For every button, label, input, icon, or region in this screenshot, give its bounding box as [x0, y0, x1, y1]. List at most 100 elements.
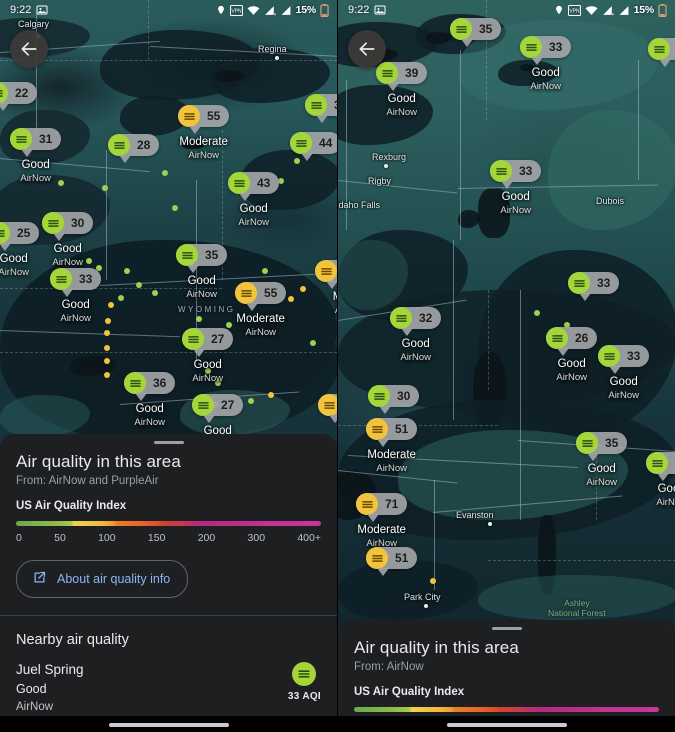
svg-text:R: R [611, 12, 613, 16]
aqi-marker-caption: GoodAirNow [0, 253, 39, 279]
aqi-marker[interactable]: 25 Good AirNow [0, 222, 40, 279]
aqi-source: AirNow [192, 373, 223, 384]
home-gesture-pill[interactable] [108, 723, 229, 727]
aqi-marker[interactable]: 30 [368, 385, 420, 414]
aqi-marker[interactable]: 31 [305, 94, 337, 123]
scale-tick: 50 [54, 532, 66, 544]
aqi-source: AirNow [60, 313, 91, 324]
aqi-good-icon [10, 128, 32, 150]
aqi-marker[interactable]: 35 [450, 18, 502, 47]
aqi-marker[interactable]: 30 Good AirNow [42, 212, 94, 269]
aqi-marker-caption: GoodAirNow [50, 299, 101, 325]
aqi-marker[interactable]: 55 Moderate AirNow [178, 105, 230, 162]
aqi-marker[interactable]: 33 Good AirNow [490, 160, 542, 217]
aqi-marker-caption: GoodAirNow [42, 243, 93, 269]
back-arrow-icon [21, 42, 37, 56]
aqi-marker[interactable]: 33 Good AirNow [520, 36, 572, 93]
scale-tick: 150 [147, 532, 166, 544]
nearby-list-item[interactable]: Juel Spring Good AirNow 33 AQI [0, 648, 337, 713]
map-region-label: WYOMING [178, 305, 236, 314]
aqi-source: AirNow [500, 205, 531, 216]
aqi-source: AirNow [386, 107, 417, 118]
aqi-marker[interactable]: 71 Moderate AirNow [356, 493, 408, 550]
station-aqi-value: 33 AQI [287, 691, 321, 702]
aqi-marker[interactable]: 55 Moderate AirNow [235, 282, 287, 339]
back-button-right[interactable] [348, 30, 386, 68]
aqi-marker[interactable]: 22 [0, 82, 38, 111]
system-nav-bar-right [338, 716, 675, 732]
wifi-icon [247, 5, 260, 16]
aqi-marker[interactable]: 43 Good AirNow [228, 172, 280, 229]
aqi-marker[interactable]: 51 Moderate AirNow [366, 418, 418, 475]
aqi-marker[interactable]: 48GoodAirNow [646, 452, 675, 509]
aqi-marker[interactable]: 27 GoodAirNow [182, 328, 234, 385]
location-icon [216, 4, 226, 16]
aqi-good-icon [576, 432, 598, 454]
map-park-label: Ashley National Forest [548, 598, 606, 618]
aqi-marker[interactable]: 35 Good AirNow [576, 432, 628, 489]
left-phone-screen: 9:22 VPN R [0, 0, 337, 732]
status-time: 9:22 [348, 4, 370, 16]
aqi-marker[interactable]: 33 Good AirNow [598, 345, 650, 402]
aqi-marker-caption: Moderate AirNow [367, 449, 416, 474]
aqi-source: AirNow [530, 81, 561, 92]
aqi-marker[interactable]: 36 Good AirNow [124, 372, 176, 429]
map-city-label: Rigby [368, 176, 392, 186]
aqi-marker[interactable]: 51 [366, 547, 418, 576]
aqi-source: AirNow [0, 267, 29, 278]
vpn-icon: VPN [567, 4, 581, 16]
station-name: Juel Spring [16, 662, 84, 677]
aqi-marker[interactable]: 33 [568, 272, 620, 301]
map-city-label: Regina [258, 44, 287, 54]
aqi-marker[interactable]: 35 Good AirNow [176, 244, 228, 301]
aqi-value: 36 [153, 376, 167, 390]
aqi-index-label: US Air Quality Index [354, 686, 465, 698]
aqi-marker[interactable]: 31 Good AirNow [10, 128, 62, 185]
back-button-left[interactable] [10, 30, 48, 68]
aqi-value: 27 [211, 332, 225, 346]
aqi-marker-caption: GoodAirNow [124, 403, 175, 429]
aqi-marker[interactable]: 33 [318, 394, 337, 423]
aqi-source: Air [315, 304, 337, 317]
scale-tick: 100 [98, 532, 116, 544]
aqi-marker-caption: GoodAirNow [176, 275, 227, 301]
aqi-good-icon [192, 394, 214, 416]
aqi-good-icon [376, 62, 398, 84]
aqi-source: AirNow [556, 372, 587, 383]
aqi-marker[interactable]: 32 Good AirNow [390, 307, 442, 364]
map-city-label: Park City [404, 592, 441, 602]
aqi-good-icon [182, 328, 204, 350]
aqi-marker[interactable]: 33 [648, 38, 675, 67]
aqi-value: 55 [207, 109, 221, 123]
air-quality-sheet-left[interactable]: Air quality in this area From: AirNow an… [0, 434, 337, 732]
right-phone-screen: 9:22 VPN R [337, 0, 675, 732]
about-air-quality-button[interactable]: About air quality info [16, 560, 189, 598]
aqi-marker[interactable]: 26 Good AirNow [546, 327, 598, 384]
aqi-marker-caption: GoodAirNow [376, 93, 427, 119]
aqi-value: 33 [549, 40, 563, 54]
home-gesture-pill[interactable] [446, 723, 567, 727]
aqi-marker-caption: GoodAirNow [520, 67, 571, 93]
aqi-moderate-icon [366, 418, 388, 440]
aqi-marker-caption: GoodAirNow [390, 338, 441, 364]
aqi-value: 51 [395, 551, 409, 565]
aqi-marker-caption: Moderate AirNow [236, 313, 285, 338]
aqi-marker[interactable]: 32MoAir [315, 260, 337, 317]
aqi-marker[interactable]: 28 [108, 134, 160, 163]
aqi-value: 32 [419, 311, 433, 325]
map-city-label: Idaho Falls [337, 200, 381, 210]
aqi-value: 25 [17, 226, 31, 240]
screenshot-icon [36, 4, 48, 16]
aqi-marker-caption: GoodAirNow [10, 159, 61, 185]
aqi-source: AirNow [586, 477, 617, 488]
aqi-good-icon [490, 160, 512, 182]
aqi-source: AirNow [188, 150, 219, 161]
sheet-source: From: AirNow and PurpleAir [16, 475, 159, 487]
aqi-value: 33 [627, 349, 641, 363]
aqi-moderate-icon [178, 105, 200, 127]
aqi-marker[interactable]: 33 Good AirNow [50, 268, 102, 325]
aqi-marker[interactable]: 39 Good AirNow [376, 62, 428, 119]
svg-text:R: R [273, 12, 275, 16]
aqi-marker[interactable]: 44 [290, 132, 337, 161]
aqi-value: 33 [519, 164, 533, 178]
